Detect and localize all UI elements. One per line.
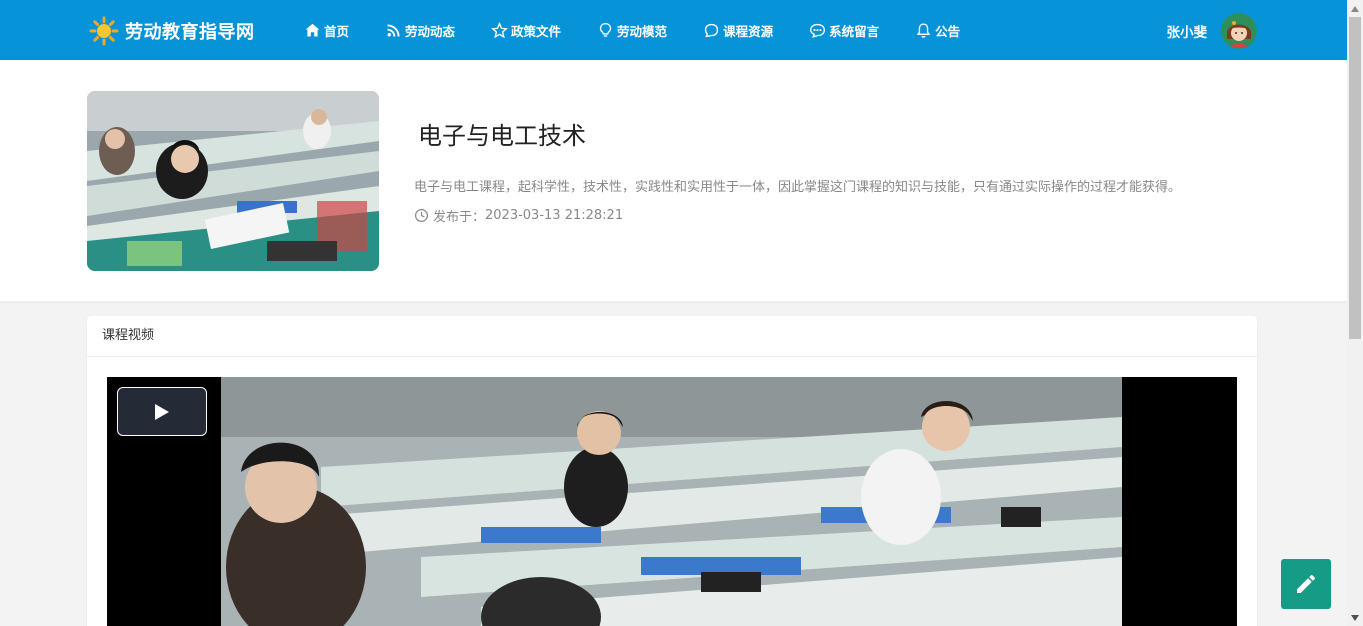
nav-label-labor-news: 劳动动态 bbox=[405, 23, 456, 39]
top-navbar: 劳动教育指导网 首页 劳动动态 政策文件 劳动模范 课程资源 系统留言 公告 张… bbox=[0, 0, 1347, 60]
brand-title: 劳动教育指导网 bbox=[125, 22, 255, 43]
nav-item-home[interactable]: 首页 bbox=[304, 21, 349, 40]
publish-label: 发布于： bbox=[433, 210, 486, 225]
scroll-down-arrow-icon[interactable] bbox=[1347, 609, 1363, 626]
nav-item-system-messages[interactable]: 系统留言 bbox=[809, 21, 879, 40]
play-icon bbox=[155, 403, 169, 420]
video-poster bbox=[221, 377, 1122, 626]
classroom-photo bbox=[87, 91, 379, 271]
nav-label-announcements: 公告 bbox=[935, 23, 961, 39]
star-icon bbox=[491, 21, 508, 38]
nav-label-system-messages: 系统留言 bbox=[829, 23, 880, 39]
nav-label-policy: 政策文件 bbox=[511, 23, 562, 39]
nav-item-policy[interactable]: 政策文件 bbox=[491, 21, 561, 40]
course-cover-image bbox=[87, 91, 379, 271]
publish-info: 发布于： 2023-03-13 21:28:21 bbox=[414, 206, 623, 225]
rss-icon bbox=[387, 23, 400, 37]
video-section-title: 课程视频 bbox=[87, 316, 1257, 357]
course-video-card: 课程视频 bbox=[87, 316, 1257, 626]
nav-item-course-resources[interactable]: 课程资源 bbox=[703, 21, 773, 40]
edit-floating-button[interactable] bbox=[1281, 559, 1331, 609]
video-player[interactable] bbox=[107, 377, 1237, 626]
nav-item-labor-model[interactable]: 劳动模范 bbox=[597, 21, 667, 40]
nav-item-labor-news[interactable]: 劳动动态 bbox=[385, 21, 455, 40]
nav-item-announcements[interactable]: 公告 bbox=[915, 21, 960, 40]
nav-label-labor-model: 劳动模范 bbox=[617, 23, 668, 39]
user-menu[interactable]: 张小斐 bbox=[1166, 13, 1257, 49]
sun-logo-icon bbox=[89, 16, 119, 46]
main-nav: 首页 劳动动态 政策文件 劳动模范 课程资源 系统留言 公告 bbox=[304, 0, 996, 60]
course-header: 电子与电工技术 电子与电工课程，起科学性，技术性，实践性和实用性于一体，因此掌握… bbox=[0, 60, 1347, 301]
home-icon bbox=[305, 23, 320, 36]
lightbulb-icon bbox=[599, 22, 612, 37]
avatar-image bbox=[1221, 13, 1257, 49]
page-scrollbar[interactable] bbox=[1347, 0, 1363, 626]
scroll-thumb[interactable] bbox=[1349, 17, 1361, 339]
clock-icon bbox=[414, 208, 429, 223]
message-dots-icon bbox=[810, 23, 826, 38]
course-description: 电子与电工课程，起科学性，技术性，实践性和实用性于一体，因此掌握这门课程的知识与… bbox=[414, 180, 1182, 195]
pencil-icon bbox=[1297, 575, 1315, 593]
play-button[interactable] bbox=[117, 387, 207, 436]
site-brand[interactable]: 劳动教育指导网 bbox=[89, 16, 255, 46]
course-title: 电子与电工技术 bbox=[418, 122, 586, 150]
chat-bubble-icon bbox=[704, 23, 719, 37]
bell-icon bbox=[916, 22, 931, 38]
nav-label-course-resources: 课程资源 bbox=[723, 23, 774, 39]
avatar[interactable] bbox=[1221, 13, 1257, 49]
publish-date: 2023-03-13 21:28:21 bbox=[485, 208, 624, 223]
scroll-up-arrow-icon[interactable] bbox=[1347, 0, 1363, 17]
user-name: 张小斐 bbox=[1166, 25, 1208, 41]
nav-label-home: 首页 bbox=[324, 23, 350, 39]
